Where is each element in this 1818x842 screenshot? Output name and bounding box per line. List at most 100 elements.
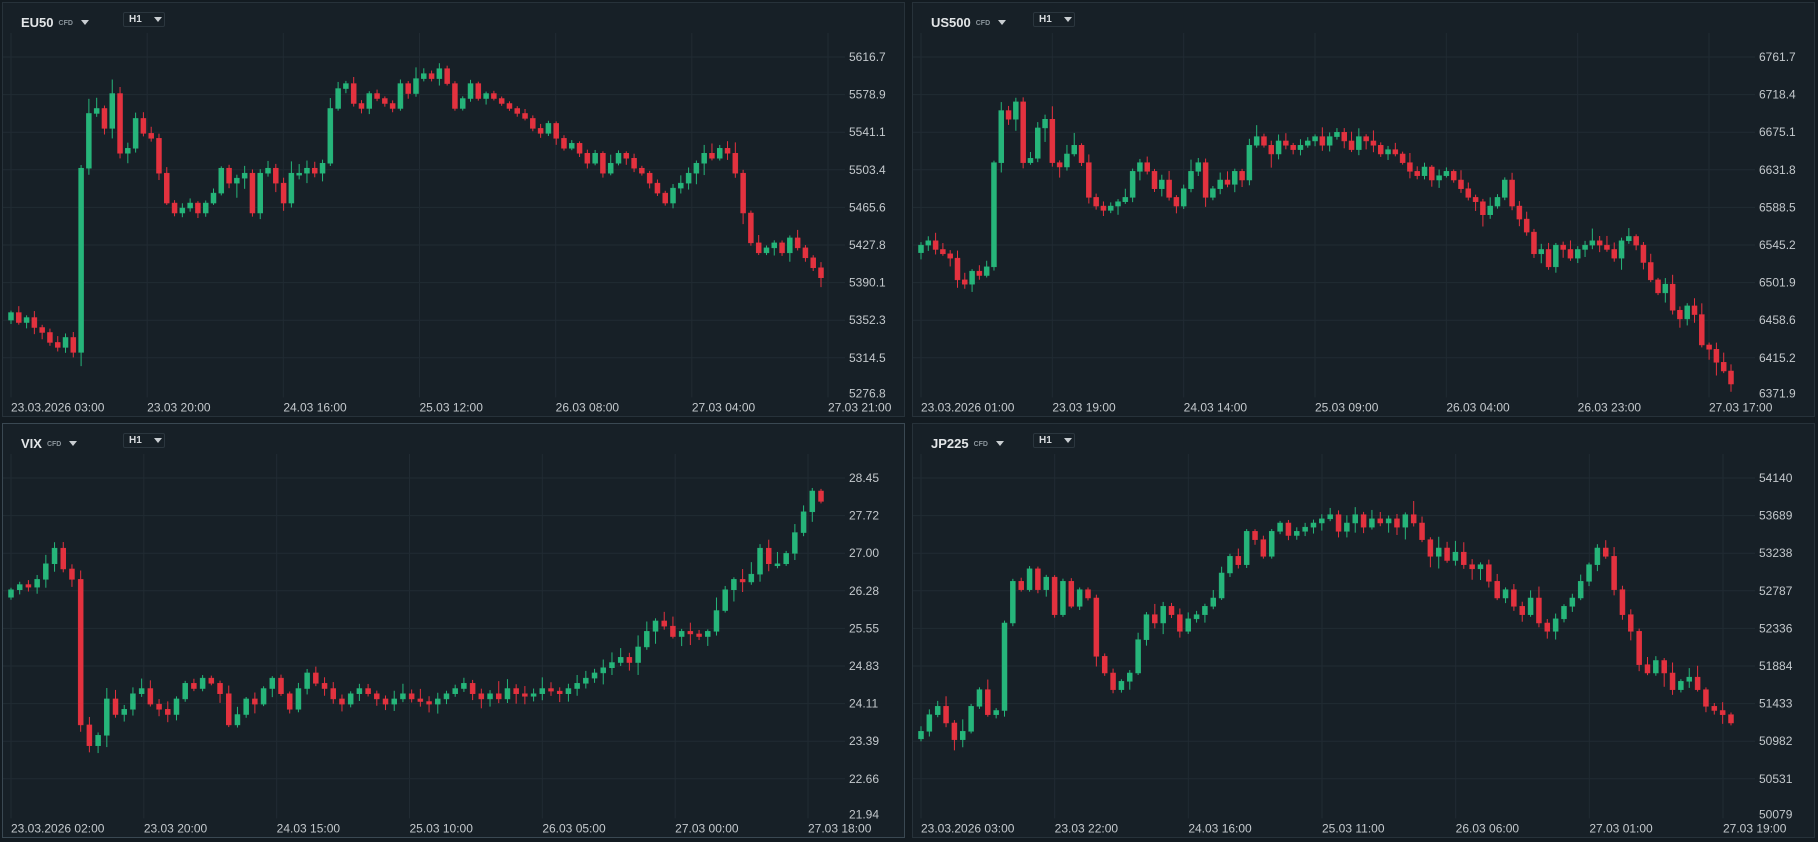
candle-bullish [1180,184,1187,209]
candle-bearish [112,689,119,718]
candle-body [365,688,371,694]
candle-body [1509,179,1515,207]
chart-panel-us500[interactable]: US500 CFD H1 23.03.2026 01:00 23.03 19:00… [912,2,1815,417]
candle-bearish [1341,128,1347,149]
candle-bullish [569,140,575,151]
candle-bearish [1290,142,1296,155]
candle-body [1604,244,1610,250]
x-axis-label: 24.03 16:00 [1188,821,1252,835]
candle-bearish [1419,516,1425,543]
y-axis-label: 6501.9 [1759,276,1796,290]
candle-bearish [1494,573,1500,601]
candle-body [165,709,171,715]
candle-bearish [1370,130,1377,153]
candle-body [739,579,746,583]
candle-body [51,547,58,565]
candle-bearish [156,699,162,717]
candle-body [1232,171,1238,185]
candle-bearish [548,682,554,696]
candle-body [1461,551,1467,565]
candle-bullish [1678,679,1684,693]
y-axis-label: 6761.7 [1759,50,1796,64]
candle-bullish [1010,578,1016,627]
candle-body [278,677,284,694]
candlestick-chart[interactable]: 23.03.2026 03:00 23.03 20:00 24.03 16:00 25… [3,3,906,418]
candle-body [330,688,337,700]
candle-bearish [1633,234,1639,251]
candle-body [1360,514,1367,528]
candle-body [296,172,302,176]
candle-body [713,610,720,632]
candle-body [701,153,707,164]
candle-body [748,573,755,583]
candle-body [1394,518,1400,528]
candle-bullish [968,703,974,734]
candle-bearish [1093,594,1100,667]
candle-body [740,172,746,214]
candle-body [273,167,279,184]
x-axis-label: 23.03 20:00 [147,400,211,414]
candle-bearish [171,200,178,217]
candle-bearish [140,112,147,137]
candle-body [1633,236,1639,246]
candle-bullish [1327,507,1333,522]
candle-body [417,698,424,702]
candle-body [794,237,801,249]
candle-bullish [1662,278,1669,303]
candle-body [132,118,139,149]
candle-bearish [86,716,93,753]
candle-bullish [296,164,302,180]
candle-bullish [1452,540,1459,566]
candlestick-chart[interactable]: 23.03.2026 02:00 23.03 20:00 24.03 15:00 25… [3,424,906,839]
candle-body [584,153,591,164]
candle-bearish [740,169,746,225]
candle-body [1275,140,1282,155]
candle-bearish [428,70,435,82]
candle-body [1392,149,1399,155]
chart-panel-vix[interactable]: VIX CFD H1 23.03.2026 02:00 23.03 20:00 24… [2,423,905,838]
candle-body [954,257,961,281]
candle-body [504,688,511,700]
candle-body [1436,175,1442,181]
candle-body [918,244,924,253]
candle-body [1152,614,1158,624]
candle-bullish [678,175,684,194]
candle-body [335,88,341,109]
candle-body [1177,614,1183,632]
candle-bullish [1193,610,1200,623]
candle-bearish [164,167,170,205]
candle-bearish [1086,154,1092,204]
candlestick-chart[interactable]: 23.03.2026 01:00 23.03 19:00 24.03 14:00 25… [913,3,1816,418]
candle-bullish [8,587,14,600]
candle-body [1477,564,1484,570]
candle-body [286,693,293,710]
candle-body [1586,564,1592,582]
candle-body [1611,556,1617,590]
x-axis-label: 26.03 05:00 [542,821,606,835]
candle-bearish [1655,277,1661,296]
x-axis-label: 23.03 19:00 [1052,400,1116,414]
candle-body [513,688,519,694]
candle-body [556,690,563,694]
candle-body [1137,162,1143,172]
candle-bearish [1567,240,1574,261]
candle-body [1159,179,1165,189]
candle-bearish [1647,253,1654,283]
candle-body [187,202,193,209]
candle-body [1107,205,1114,211]
candle-bullish [132,112,139,153]
candle-bearish [600,151,606,178]
candle-bearish [1713,342,1720,376]
candle-body [1377,145,1384,155]
candle-bearish [537,123,544,138]
chart-panel-eu50[interactable]: EU50 CFD H1 23.03.2026 03:00 23.03 20:00 2… [2,2,905,417]
candle-body [1385,149,1391,155]
chart-panel-jp225[interactable]: JP225 CFD H1 23.03.2026 03:00 23.03 22:00… [912,423,1815,838]
candle-bearish [147,680,154,707]
candle-body [1035,568,1041,590]
candle-bearish [947,250,953,267]
candle-body [498,98,505,104]
candlestick-chart[interactable]: 23.03.2026 03:00 23.03 22:00 24.03 16:00 25… [913,424,1816,839]
candle-body [1166,179,1172,198]
candle-body [208,677,215,684]
